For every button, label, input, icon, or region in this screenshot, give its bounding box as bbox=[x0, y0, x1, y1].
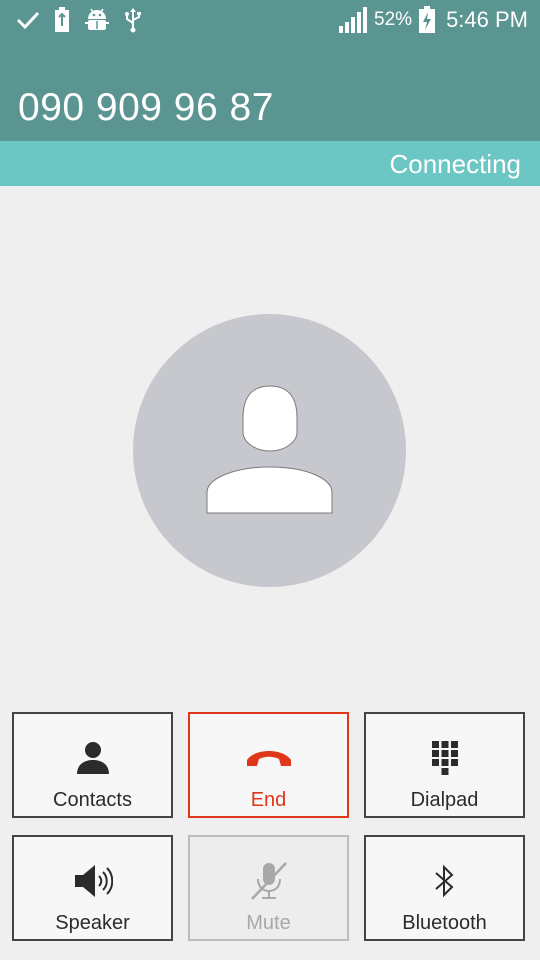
call-status-band: Connecting bbox=[0, 141, 540, 186]
contacts-label: Contacts bbox=[53, 789, 132, 811]
status-bar-right: 52% 5:46 PM bbox=[338, 6, 528, 34]
battery-percent: 52% bbox=[374, 9, 413, 30]
end-call-label: End bbox=[250, 789, 287, 811]
battery-saver-icon bbox=[55, 7, 69, 32]
check-icon bbox=[16, 11, 40, 30]
battery-charging-icon bbox=[419, 6, 436, 33]
end-call-button[interactable]: End bbox=[188, 712, 349, 818]
end-call-icon bbox=[245, 736, 293, 780]
clock: 5:46 PM bbox=[446, 7, 528, 32]
phone-number: 090 909 96 87 bbox=[18, 86, 274, 129]
mute-label: Mute bbox=[246, 912, 291, 934]
bluetooth-icon bbox=[432, 859, 458, 903]
speaker-button[interactable]: Speaker bbox=[12, 835, 173, 941]
status-bar: 52% 5:46 PM bbox=[0, 0, 540, 40]
android-debug-icon bbox=[85, 8, 109, 30]
call-status: Connecting bbox=[389, 149, 521, 179]
dialpad-button[interactable]: Dialpad bbox=[364, 712, 525, 818]
dialpad-label: Dialpad bbox=[410, 789, 479, 811]
bluetooth-button[interactable]: Bluetooth bbox=[364, 835, 525, 941]
speaker-icon bbox=[73, 859, 113, 903]
person-placeholder-icon bbox=[206, 385, 333, 514]
signal-icon bbox=[339, 7, 368, 33]
contacts-button[interactable]: Contacts bbox=[12, 712, 173, 818]
usb-icon bbox=[125, 8, 141, 33]
mute-icon bbox=[248, 859, 290, 903]
call-header: 52% 5:46 PM 090 909 96 87 bbox=[0, 0, 540, 141]
dialpad-icon bbox=[431, 736, 459, 780]
status-bar-left bbox=[16, 6, 142, 34]
bluetooth-label: Bluetooth bbox=[402, 912, 487, 934]
speaker-label: Speaker bbox=[55, 912, 130, 934]
contacts-icon bbox=[75, 736, 111, 780]
contact-avatar bbox=[133, 314, 406, 587]
mute-button[interactable]: Mute bbox=[188, 835, 349, 941]
